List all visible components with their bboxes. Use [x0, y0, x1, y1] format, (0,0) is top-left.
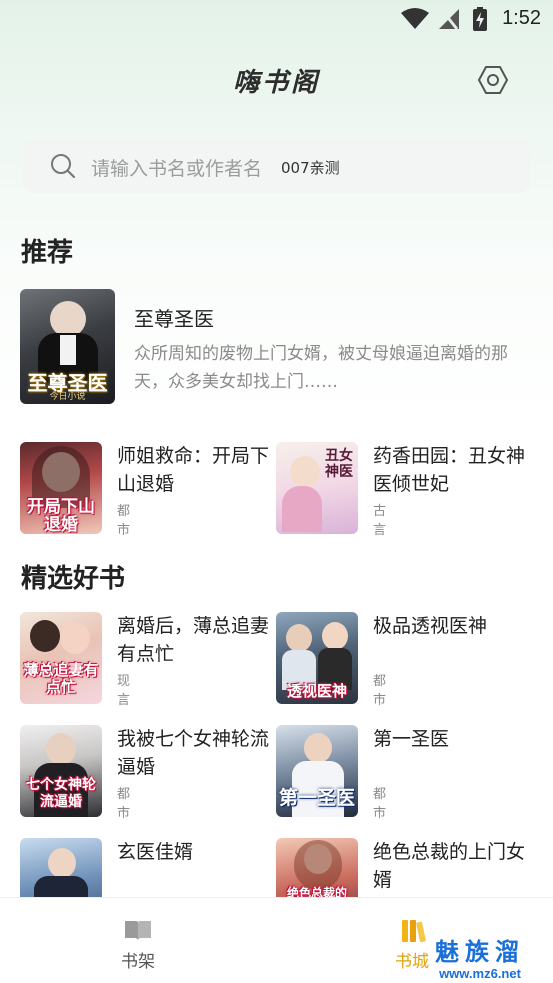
book-cover-text: 开局下山退婚	[27, 497, 95, 534]
featured-cover-subtext: 今日小说	[49, 392, 86, 402]
book-title[interactable]: 第一圣医	[373, 725, 528, 753]
book-category: 现言	[117, 674, 131, 708]
section-title-selected: 精选好书	[21, 564, 126, 594]
book-cover[interactable]: 透视医神	[276, 612, 358, 704]
featured-title[interactable]: 至尊圣医	[134, 303, 214, 332]
book-cover[interactable]: 开局下山退婚	[20, 442, 102, 534]
watermark-url: www.mz6.net	[439, 966, 521, 981]
settings-icon[interactable]	[477, 64, 509, 96]
watermark: 魅族溜 www.mz6.net	[410, 938, 550, 982]
search-icon	[51, 154, 76, 179]
book-cover-text: 七个女神轮流逼婚	[26, 777, 96, 810]
search-tag: 007亲测	[281, 159, 340, 177]
book-title[interactable]: 绝色总裁的上门女婿	[373, 838, 528, 894]
featured-cover[interactable]: 至尊圣医 今日小说	[20, 289, 115, 404]
battery-charging-icon	[473, 7, 487, 31]
book-cover-text: 薄总追妻有点忙	[23, 661, 99, 696]
book-category: 都市	[117, 504, 131, 538]
nav-tab-shelf[interactable]: 书架	[78, 898, 198, 983]
wifi-icon	[401, 8, 429, 29]
watermark-title: 魅族溜	[435, 938, 525, 966]
book-cover[interactable]: 薄总追妻有点忙	[20, 612, 102, 704]
featured-description: 众所周知的废物上门女婿，被丈母娘逼迫离婚的那天，众多美女却找上门……	[134, 344, 508, 392]
search-bar[interactable]: 请输入书名或作者名 007亲测	[23, 139, 530, 193]
book-category: 都市	[373, 674, 387, 708]
book-category: 都市	[117, 787, 131, 821]
search-placeholder: 请输入书名或作者名	[91, 158, 263, 180]
book-cover-text: 透视医神	[286, 682, 347, 700]
book-category: 都市	[373, 787, 387, 821]
nav-label-shelf: 书架	[121, 952, 155, 972]
book-cover-text: 丑女神医	[325, 448, 353, 480]
book-cover[interactable]: 第一圣医	[276, 725, 358, 817]
book-open-icon	[125, 921, 151, 940]
book-title[interactable]: 药香田园：丑女神医倾世妃	[373, 442, 528, 498]
book-title[interactable]: 离婚后，薄总追妻有点忙	[117, 612, 272, 668]
signal-off-icon	[439, 8, 459, 30]
app-title: 嗨书阁	[232, 68, 320, 98]
book-cover-text: 第一圣医	[278, 787, 355, 809]
book-cover[interactable]: 丑女神医	[276, 442, 358, 534]
book-title[interactable]: 师姐救命：开局下山退婚	[117, 442, 272, 498]
book-title[interactable]: 玄医佳婿	[117, 838, 272, 866]
book-category: 古言	[373, 504, 387, 538]
status-time: 1:52	[502, 7, 541, 29]
book-title[interactable]: 极品透视医神	[373, 612, 528, 640]
status-bar: 1:52	[0, 0, 553, 38]
book-title[interactable]: 我被七个女神轮流逼婚	[117, 725, 272, 781]
book-cover[interactable]: 七个女神轮流逼婚	[20, 725, 102, 817]
section-title-recommend: 推荐	[21, 238, 74, 268]
